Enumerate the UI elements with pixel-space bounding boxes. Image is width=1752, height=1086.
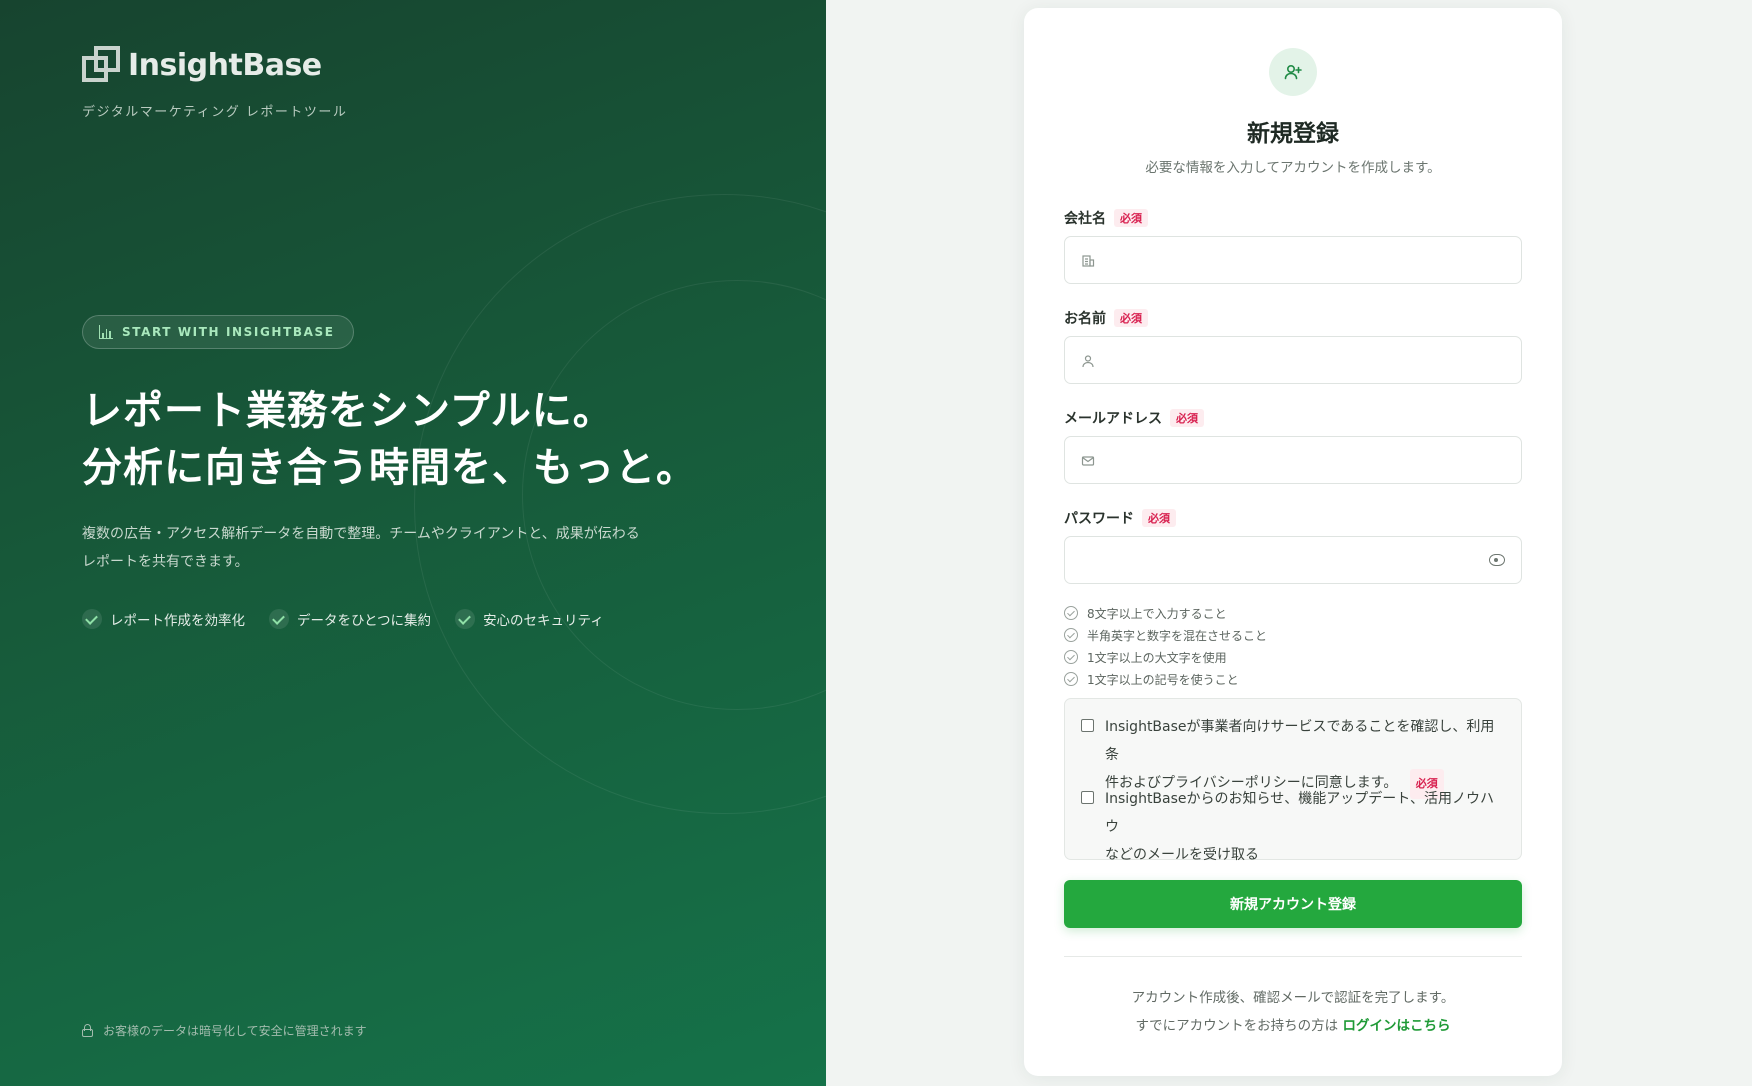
newsletter-text: InsightBaseからのお知らせ、機能アップデート、活用ノウハウ などのメー… bbox=[1105, 785, 1501, 869]
password-rule-text: 半角英字と数字を混在させること bbox=[1087, 628, 1268, 643]
security-note: お客様のデータは暗号化して安全に管理されます bbox=[82, 1022, 367, 1039]
terms-checkbox[interactable] bbox=[1081, 719, 1094, 732]
feature-list: レポート作成を効率化 データをひとつに集約 安心のセキュリティ bbox=[82, 609, 604, 629]
newsletter-checkbox[interactable] bbox=[1081, 791, 1094, 804]
required-badge: 必須 bbox=[1142, 509, 1176, 527]
login-prompt: すでにアカウントをお持ちの方は ログインはこちら bbox=[1024, 1014, 1562, 1034]
required-badge: 必須 bbox=[1114, 309, 1148, 327]
check-icon bbox=[455, 609, 476, 629]
password-rule-text: 8文字以上で入力すること bbox=[1087, 606, 1227, 621]
feature-item: 安心のセキュリティ bbox=[455, 609, 604, 629]
password-rule: 8文字以上で入力すること bbox=[1064, 602, 1267, 624]
newsletter-line-2: などのメールを受け取る bbox=[1105, 847, 1259, 863]
eye-icon[interactable] bbox=[1489, 554, 1505, 566]
pill-label: START WITH INSIGHTBASE bbox=[122, 325, 335, 339]
newsletter-consent[interactable]: InsightBaseからのお知らせ、機能アップデート、活用ノウハウ などのメー… bbox=[1081, 785, 1501, 869]
password-rule: 1文字以上の記号を使うこと bbox=[1064, 668, 1267, 690]
form-subtitle: 必要な情報を入力してアカウントを作成します。 bbox=[1145, 160, 1441, 176]
lock-icon bbox=[82, 1024, 93, 1037]
name-label-text: お名前 bbox=[1064, 311, 1106, 327]
check-icon bbox=[269, 609, 289, 629]
login-link[interactable]: ログインはこちら bbox=[1342, 1018, 1450, 1034]
mail-icon bbox=[1081, 453, 1095, 467]
password-input[interactable] bbox=[1081, 537, 1521, 583]
password-rule: 半角英字と数字を混在させること bbox=[1064, 624, 1267, 646]
newsletter-line-1: InsightBaseからのお知らせ、機能アップデート、活用ノウハウ bbox=[1105, 791, 1494, 835]
name-field[interactable] bbox=[1064, 336, 1522, 384]
password-label: パスワード 必須 bbox=[1064, 508, 1176, 528]
consent-box: InsightBaseが事業者向けサービスであることを確認し、利用条 件およびプ… bbox=[1064, 698, 1522, 863]
password-rule-text: 1文字以上の大文字を使用 bbox=[1087, 650, 1227, 665]
headline-line-1: レポート業務をシンプルに。 bbox=[82, 388, 614, 434]
company-label: 会社名 必須 bbox=[1064, 208, 1148, 228]
password-rules: 8文字以上で入力すること 半角英字と数字を混在させること 1文字以上の大文字を使… bbox=[1064, 602, 1267, 690]
name-input[interactable] bbox=[1105, 337, 1521, 383]
feature-label: 安心のセキュリティ bbox=[483, 613, 604, 629]
description-line-2: レポートを共有できます。 bbox=[82, 554, 249, 570]
brand-logo: InsightBase bbox=[82, 46, 322, 84]
company-field[interactable] bbox=[1064, 236, 1522, 284]
hero-headline: レポート業務をシンプルに。 分析に向き合う時間を、もっと。 bbox=[82, 383, 697, 497]
check-circle-icon bbox=[1064, 650, 1078, 664]
login-prompt-text: すでにアカウントをお持ちの方は bbox=[1135, 1018, 1339, 1034]
feature-label: データをひとつに集約 bbox=[297, 613, 432, 629]
email-label: メールアドレス 必須 bbox=[1064, 408, 1204, 428]
signup-card: 新規登録 必要な情報を入力してアカウントを作成します。 会社名 必須 お名前 必… bbox=[1024, 8, 1562, 1076]
name-label: お名前 必須 bbox=[1064, 308, 1148, 328]
bar-chart-icon bbox=[99, 325, 113, 339]
hero-description: 複数の広告・アクセス解析データを自動で整理。チームやクライアントと、成果が伝わる… bbox=[82, 520, 662, 576]
check-icon bbox=[82, 609, 102, 629]
description-line-1: 複数の広告・アクセス解析データを自動で整理。チームやクライアントと、成果が伝わる bbox=[82, 526, 640, 542]
terms-line-1: InsightBaseが事業者向けサービスであることを確認し、利用条 bbox=[1105, 719, 1495, 763]
email-field[interactable] bbox=[1064, 436, 1522, 484]
feature-label: レポート作成を効率化 bbox=[110, 613, 245, 629]
feature-item: データをひとつに集約 bbox=[269, 609, 431, 629]
required-badge: 必須 bbox=[1114, 209, 1148, 227]
start-pill: START WITH INSIGHTBASE bbox=[82, 315, 354, 349]
password-rule-text: 1文字以上の記号を使うこと bbox=[1087, 672, 1239, 687]
check-circle-icon bbox=[1064, 672, 1078, 686]
feature-item: レポート作成を効率化 bbox=[82, 609, 245, 629]
password-rule: 1文字以上の大文字を使用 bbox=[1064, 646, 1267, 668]
password-field[interactable] bbox=[1064, 536, 1522, 584]
divider bbox=[1064, 956, 1522, 957]
check-circle-icon bbox=[1064, 606, 1078, 620]
user-plus-icon bbox=[1269, 48, 1317, 96]
company-input[interactable] bbox=[1105, 237, 1521, 283]
user-icon bbox=[1081, 353, 1095, 368]
hero-panel: InsightBase デジタルマーケティング レポートツール START WI… bbox=[0, 0, 826, 1086]
brand-tagline: デジタルマーケティング レポートツール bbox=[82, 105, 348, 120]
password-label-text: パスワード bbox=[1064, 511, 1134, 527]
building-icon bbox=[1081, 253, 1095, 267]
email-input[interactable] bbox=[1105, 437, 1521, 483]
security-note-text: お客様のデータは暗号化して安全に管理されます bbox=[103, 1024, 367, 1038]
form-title: 新規登録 bbox=[1247, 121, 1339, 147]
required-badge: 必須 bbox=[1170, 409, 1204, 427]
check-circle-icon bbox=[1064, 628, 1078, 642]
logo-icon bbox=[82, 46, 122, 84]
headline-line-2: 分析に向き合う時間を、もっと。 bbox=[82, 445, 697, 491]
email-label-text: メールアドレス bbox=[1064, 411, 1162, 427]
brand-name: InsightBase bbox=[128, 47, 322, 83]
register-button[interactable]: 新規アカウント登録 bbox=[1064, 880, 1522, 928]
verification-note: アカウント作成後、確認メールで認証を完了します。 bbox=[1131, 990, 1455, 1006]
company-label-text: 会社名 bbox=[1064, 211, 1106, 227]
